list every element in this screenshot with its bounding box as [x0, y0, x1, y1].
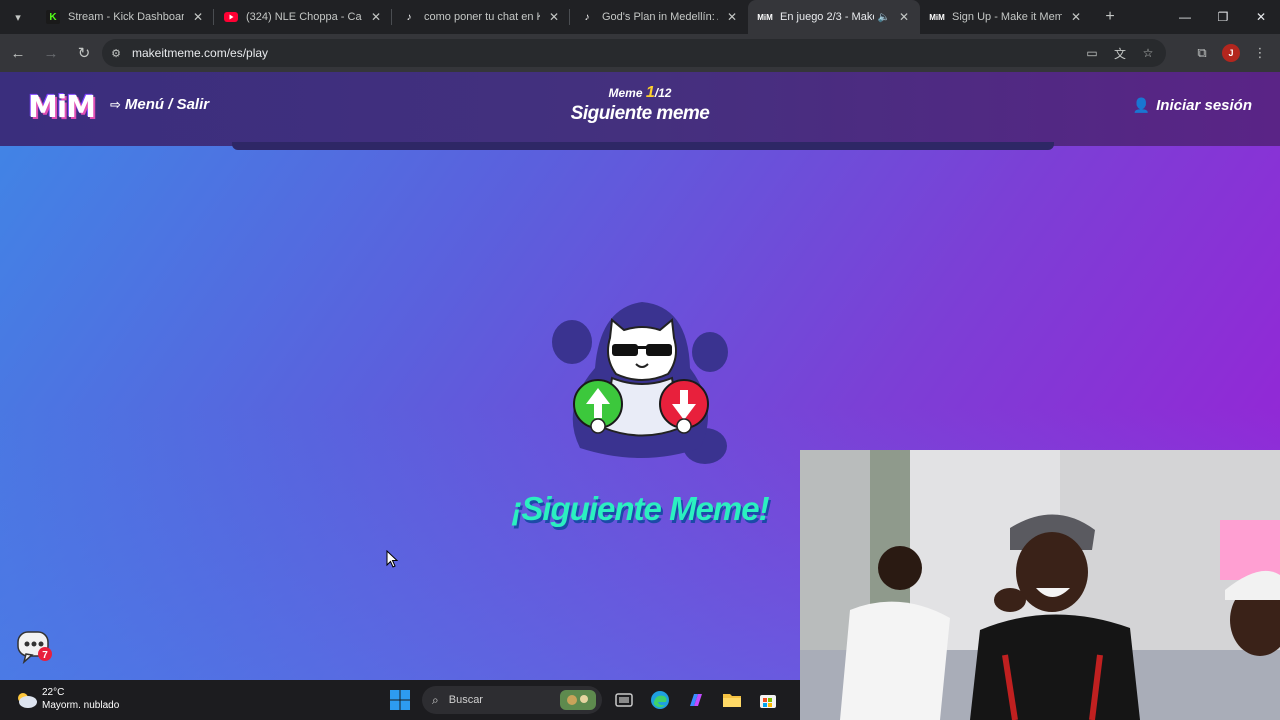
counter-prefix: Meme — [608, 86, 643, 100]
address-bar[interactable]: ⚙ makeitmeme.com/es/play ▭ 文 ☆ — [102, 39, 1166, 67]
file-explorer-icon[interactable] — [718, 686, 746, 714]
tab-title: (324) NLE Choppa - Camel — [246, 11, 362, 23]
cloudy-weather-icon — [18, 693, 37, 708]
translate-icon[interactable]: 文 — [1110, 43, 1130, 63]
copilot-icon[interactable] — [682, 686, 710, 714]
new-tab-icon[interactable]: + — [1096, 3, 1124, 31]
close-icon[interactable]: ✕ — [546, 10, 562, 24]
menu-exit-button[interactable]: ⇨ Menú / Salir — [110, 96, 209, 113]
minimize-icon[interactable]: — — [1166, 0, 1204, 34]
browser-tab-bar: ▾ K Stream - Kick Dashboard ✕ (324) NLE … — [0, 0, 1280, 34]
tiktok-icon: ♪ — [584, 11, 590, 23]
windows-start-icon[interactable] — [386, 686, 414, 714]
site-info-icon[interactable]: ⚙ — [104, 41, 128, 65]
bookmark-star-icon[interactable]: ☆ — [1138, 43, 1158, 63]
weather-widget[interactable]: 22°C Mayorm. nublado — [14, 686, 119, 712]
tab-make-it-meme-game[interactable]: MiM En juego 2/3 - Make it 🔈 ✕ — [748, 0, 920, 34]
edge-browser-icon[interactable] — [646, 686, 674, 714]
url-text[interactable]: makeitmeme.com/es/play — [132, 46, 268, 60]
exit-icon: ⇨ — [110, 96, 121, 112]
tab-tiktok-gods-plan[interactable]: ♪ God's Plan in Medellín: A J ✕ — [570, 0, 748, 34]
kick-icon: K — [46, 10, 60, 24]
page-title: Siguiente meme — [570, 103, 710, 124]
extensions-icon[interactable]: ⧉ — [1188, 39, 1216, 67]
profile-avatar[interactable]: J — [1222, 44, 1240, 62]
cast-icon[interactable]: ▭ — [1082, 43, 1102, 63]
tab-title: En juego 2/3 - Make it — [780, 11, 874, 23]
speaker-icon[interactable]: 🔈 — [878, 12, 890, 23]
mouse-cursor-icon — [386, 550, 398, 568]
window-controls: — ❐ ✕ — [1166, 0, 1280, 34]
close-icon[interactable]: ✕ — [368, 10, 384, 24]
weather-description: Mayorm. nublado — [42, 700, 120, 711]
meme-counter: Meme 1/12 — [540, 84, 740, 102]
counter-total: /12 — [654, 86, 672, 100]
mim-logo[interactable]: MiM — [28, 90, 96, 125]
tab-kick-dashboard[interactable]: K Stream - Kick Dashboard ✕ — [36, 0, 214, 34]
mim-icon: MiM — [929, 12, 945, 22]
close-icon[interactable]: ✕ — [724, 10, 740, 24]
round-progress-bar — [232, 142, 1054, 150]
login-button[interactable]: 👤 Iniciar sesión — [1133, 97, 1252, 114]
youtube-icon — [224, 10, 238, 24]
more-menu-icon[interactable]: ⋮ — [1246, 39, 1274, 67]
search-highlight-icon — [560, 690, 596, 710]
windows-taskbar: 22°C Mayorm. nublado ⌕ Buscar — [0, 680, 800, 720]
mim-icon: MiM — [757, 12, 773, 22]
game-header: MiM ⇨ Menú / Salir Meme 1/12 Siguiente m… — [0, 72, 1280, 146]
tiktok-icon: ♪ — [406, 11, 412, 23]
chat-badge-count: 7 — [42, 650, 48, 661]
user-icon: 👤 — [1132, 97, 1151, 113]
tab-title: como poner tu chat en Kic — [424, 11, 540, 23]
tab-title: Sign Up - Make it Meme — [952, 11, 1062, 23]
close-icon[interactable]: ✕ — [190, 10, 206, 24]
tab-title: God's Plan in Medellín: A J — [602, 11, 718, 23]
counter-current: 1 — [645, 84, 655, 101]
login-label: Iniciar sesión — [1156, 97, 1252, 114]
back-icon[interactable]: ← — [3, 38, 33, 68]
tab-title: Stream - Kick Dashboard — [68, 11, 184, 23]
next-meme-title: ¡Siguiente Meme! — [511, 490, 769, 527]
microsoft-store-icon[interactable] — [754, 686, 782, 714]
forward-icon[interactable]: → — [36, 38, 66, 68]
browser-toolbar: ← → ↻ ⚙ makeitmeme.com/es/play ▭ 文 ☆ ⧉ J… — [0, 34, 1280, 72]
close-window-icon[interactable]: ✕ — [1242, 0, 1280, 34]
chat-bubble-icon[interactable]: 7 — [16, 630, 52, 664]
webcam-video-feed — [800, 450, 1280, 720]
close-icon[interactable]: ✕ — [896, 10, 912, 24]
tab-sign-up[interactable]: MiM Sign Up - Make it Meme ✕ — [920, 0, 1092, 34]
tab-youtube[interactable]: (324) NLE Choppa - Camel ✕ — [214, 0, 392, 34]
reload-icon[interactable]: ↻ — [69, 38, 99, 68]
task-view-icon[interactable] — [610, 686, 638, 714]
restore-icon[interactable]: ❐ — [1204, 0, 1242, 34]
search-icon: ⌕ — [432, 692, 439, 707]
webcam-overlay — [800, 450, 1280, 720]
tab-tiktok-chat[interactable]: ♪ como poner tu chat en Kic ✕ — [392, 0, 570, 34]
cat-mascot-voting-icon — [552, 302, 728, 464]
taskbar-search[interactable]: ⌕ Buscar — [422, 686, 602, 714]
menu-exit-label: Menú / Salir — [124, 96, 210, 113]
close-icon[interactable]: ✕ — [1068, 10, 1084, 24]
search-placeholder: Buscar — [448, 694, 483, 706]
weather-temperature: 22°C — [42, 687, 65, 698]
tab-search-icon[interactable]: ▾ — [4, 3, 32, 31]
